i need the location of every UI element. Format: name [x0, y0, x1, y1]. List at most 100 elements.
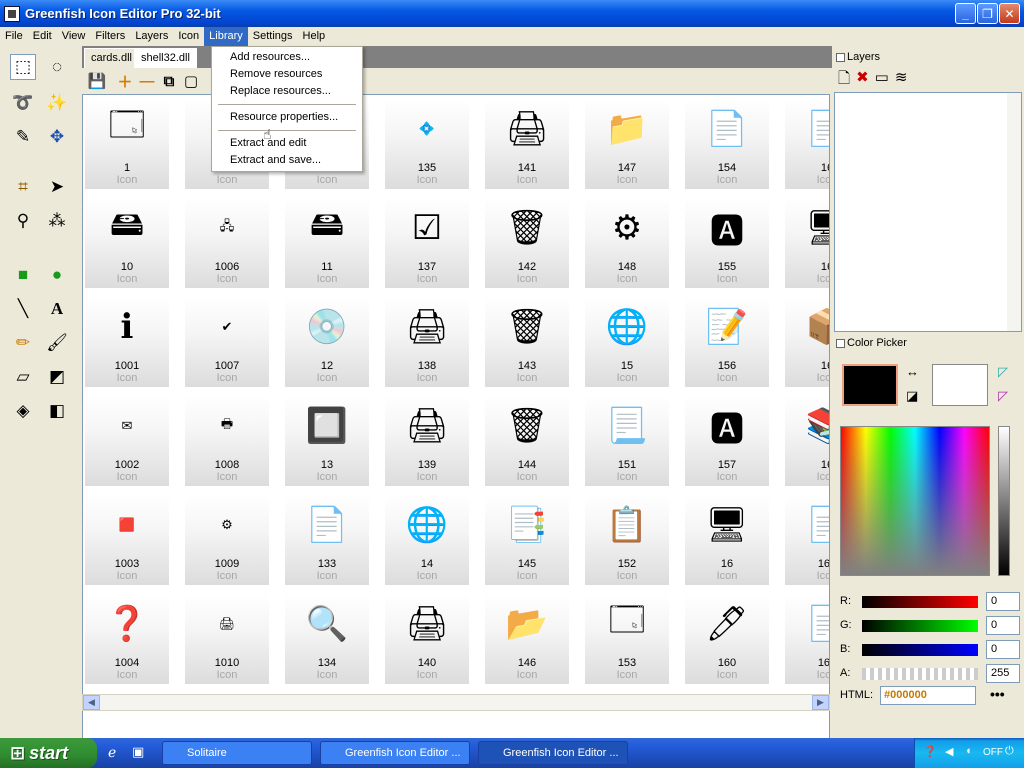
icon-cell[interactable]: 🔲 13 Icon [285, 396, 369, 486]
menu-item-replace-resources[interactable]: Replace resources... [213, 83, 361, 100]
desktop-quicklaunch-icon[interactable]: ▣ [132, 744, 144, 760]
magic-wand-tool-icon[interactable]: ✨ [44, 90, 70, 116]
icon-cell[interactable]: 🗑 142 Icon [485, 198, 569, 288]
icon-cell[interactable]: 📂 146 Icon [485, 594, 569, 684]
icon-cell[interactable]: 🖥 16Icon [685, 495, 769, 585]
icon-cell[interactable]: 📄 154 Icon [685, 99, 769, 189]
spray-tool-icon[interactable]: ⁂ [44, 208, 70, 234]
menu-item-resource-properties[interactable]: Resource properties... [213, 109, 361, 126]
bucket-tool-icon[interactable]: ◈ [10, 398, 36, 424]
scroll-left-icon[interactable]: ◀ [83, 695, 100, 710]
task-greenfish-1[interactable]: Greenfish Icon Editor ... [320, 741, 470, 765]
primary-color-swatch[interactable] [842, 364, 898, 406]
help-tray-icon[interactable]: ❓ [923, 745, 937, 758]
icon-cell[interactable]: ❓ 1004 Icon [85, 594, 169, 684]
icon-cell[interactable]: 🖴 10 Icon [85, 198, 169, 288]
task-solitaire[interactable]: Solitaire [162, 741, 312, 765]
menu-layers[interactable]: Layers [130, 27, 173, 46]
blue-value-field[interactable]: 0 [986, 640, 1020, 659]
icon-cell[interactable]: 📋 152 Icon [585, 495, 669, 585]
icon-cell[interactable]: ⚙ 148 Icon [585, 198, 669, 288]
eraser-tool-icon[interactable]: ▱ [10, 364, 36, 390]
icon-cell[interactable]: 🖨 139 Icon [385, 396, 469, 486]
properties-icon[interactable]: ▢ [180, 70, 202, 92]
icon-cell[interactable]: 🅰 157 Icon [685, 396, 769, 486]
arrow-tray-icon[interactable]: ◀ [945, 745, 953, 758]
horizontal-scrollbar[interactable]: ◀ ▶ [82, 694, 830, 711]
layers-scrollbar[interactable] [1007, 93, 1021, 331]
menu-settings[interactable]: Settings [248, 27, 298, 46]
restore-button[interactable]: ❐ [977, 3, 998, 24]
luminance-bar[interactable] [998, 426, 1010, 576]
color-spectrum[interactable] [840, 426, 990, 576]
icon-cell[interactable]: 💿 12 Icon [285, 297, 369, 387]
icon-cell[interactable]: 📦 16Icon [785, 297, 829, 387]
icon-cell[interactable]: 🖴 11 Icon [285, 198, 369, 288]
icon-cell[interactable]: ⚙ 1009 Icon [185, 495, 269, 585]
secondary-color-swatch[interactable] [932, 364, 988, 406]
menu-item-remove-resources[interactable]: Remove resources [213, 66, 361, 83]
icon-cell[interactable]: 🖨 1010 Icon [185, 594, 269, 684]
icon-cell[interactable]: 🖨 140 Icon [385, 594, 469, 684]
save-icon[interactable]: 💾 [86, 70, 108, 92]
menu-item-add-resources[interactable]: Add resources... [213, 49, 361, 66]
icon-cell[interactable]: 🌐 14 Icon [385, 495, 469, 585]
icon-cell[interactable]: 💠 135 Icon [385, 99, 469, 189]
layers-panel-title[interactable]: Layers [834, 48, 1024, 66]
start-button[interactable]: ⊞ start [0, 738, 97, 768]
gradient-tool-icon[interactable]: ◧ [44, 398, 70, 424]
icon-cell[interactable]: 🖥 16Icon [785, 198, 829, 288]
layer-properties-icon[interactable]: ▭ [875, 68, 889, 93]
title-bar[interactable]: Greenfish Icon Editor Pro 32-bit _ ❐ ✕ [0, 0, 1024, 27]
menu-filters[interactable]: Filters [90, 27, 130, 46]
delete-layer-icon[interactable]: ✖ [856, 68, 869, 93]
menu-icon[interactable]: Icon [173, 27, 204, 46]
line-tool-icon[interactable]: ╲ [10, 296, 36, 322]
swap-colors-icon[interactable]: ↔ [906, 364, 919, 379]
icon-cell[interactable]: 📃 151 Icon [585, 396, 669, 486]
menu-help[interactable]: Help [298, 27, 331, 46]
icon-cell[interactable]: 🟥 1003 Icon [85, 495, 169, 585]
app-icon[interactable] [4, 5, 20, 22]
icon-cell[interactable]: 🖨 138 Icon [385, 297, 469, 387]
pencil-tool-icon[interactable]: ✏ [10, 330, 36, 356]
layers-list[interactable] [834, 92, 1022, 332]
icon-cell[interactable]: 🔍 134 Icon [285, 594, 369, 684]
close-button[interactable]: ✕ [999, 3, 1020, 24]
crop-tool-icon[interactable]: ⌗ [10, 174, 36, 200]
menu-item-extract-and-save[interactable]: Extract and save... [213, 152, 361, 169]
icon-cell[interactable]: 🗔 1 Icon [85, 99, 169, 189]
menu-file[interactable]: File [0, 27, 28, 46]
icon-cell[interactable]: ☑ 137 Icon [385, 198, 469, 288]
scroll-right-icon[interactable]: ▶ [812, 695, 829, 710]
icon-cell[interactable]: 🖊 160 Icon [685, 594, 769, 684]
menu-library[interactable]: Library [204, 27, 248, 46]
icon-cell[interactable]: 🗔 153 Icon [585, 594, 669, 684]
icon-cell[interactable]: 🅰 155 Icon [685, 198, 769, 288]
network-tray-icon[interactable]: ◖ [965, 745, 972, 757]
menu-view[interactable]: View [57, 27, 91, 46]
icon-cell[interactable]: 📝 156 Icon [685, 297, 769, 387]
menu-item-extract-and-edit[interactable]: Extract and edit [213, 135, 361, 152]
transparent-color-icon[interactable]: ◸ [998, 364, 1008, 380]
alpha-value-field[interactable]: 255 [986, 664, 1020, 683]
green-slider[interactable] [862, 620, 978, 632]
eyedropper-tool-icon[interactable]: ⚲ [10, 208, 36, 234]
lasso-tool-icon[interactable]: ➰ [10, 90, 36, 116]
add-icon[interactable]: ＋ [114, 70, 136, 92]
ellipse-tool-icon[interactable]: ● [44, 262, 70, 288]
remove-icon[interactable]: — [136, 70, 158, 92]
icon-cell[interactable]: 🌐 15 Icon [585, 297, 669, 387]
icon-cell[interactable]: 📄 167Icon [785, 495, 829, 585]
freehand-select-tool-icon[interactable]: ✎ [10, 124, 36, 150]
icon-cell[interactable]: 🖧 1006 Icon [185, 198, 269, 288]
task-greenfish-2[interactable]: Greenfish Icon Editor ... [478, 741, 628, 765]
new-layer-icon[interactable]: 🗋 [838, 68, 850, 93]
icon-cell[interactable]: ℹ 1001 Icon [85, 297, 169, 387]
html-color-field[interactable]: #000000 [880, 686, 976, 705]
icon-cell[interactable]: 📄 167Icon [785, 594, 829, 684]
pointer-tool-icon[interactable]: ➤ [44, 174, 70, 200]
more-options-icon[interactable]: ••• [990, 686, 1005, 702]
icon-cell[interactable]: 📄 16Icon [785, 99, 829, 189]
icon-cell[interactable]: ✉ 1002 Icon [85, 396, 169, 486]
